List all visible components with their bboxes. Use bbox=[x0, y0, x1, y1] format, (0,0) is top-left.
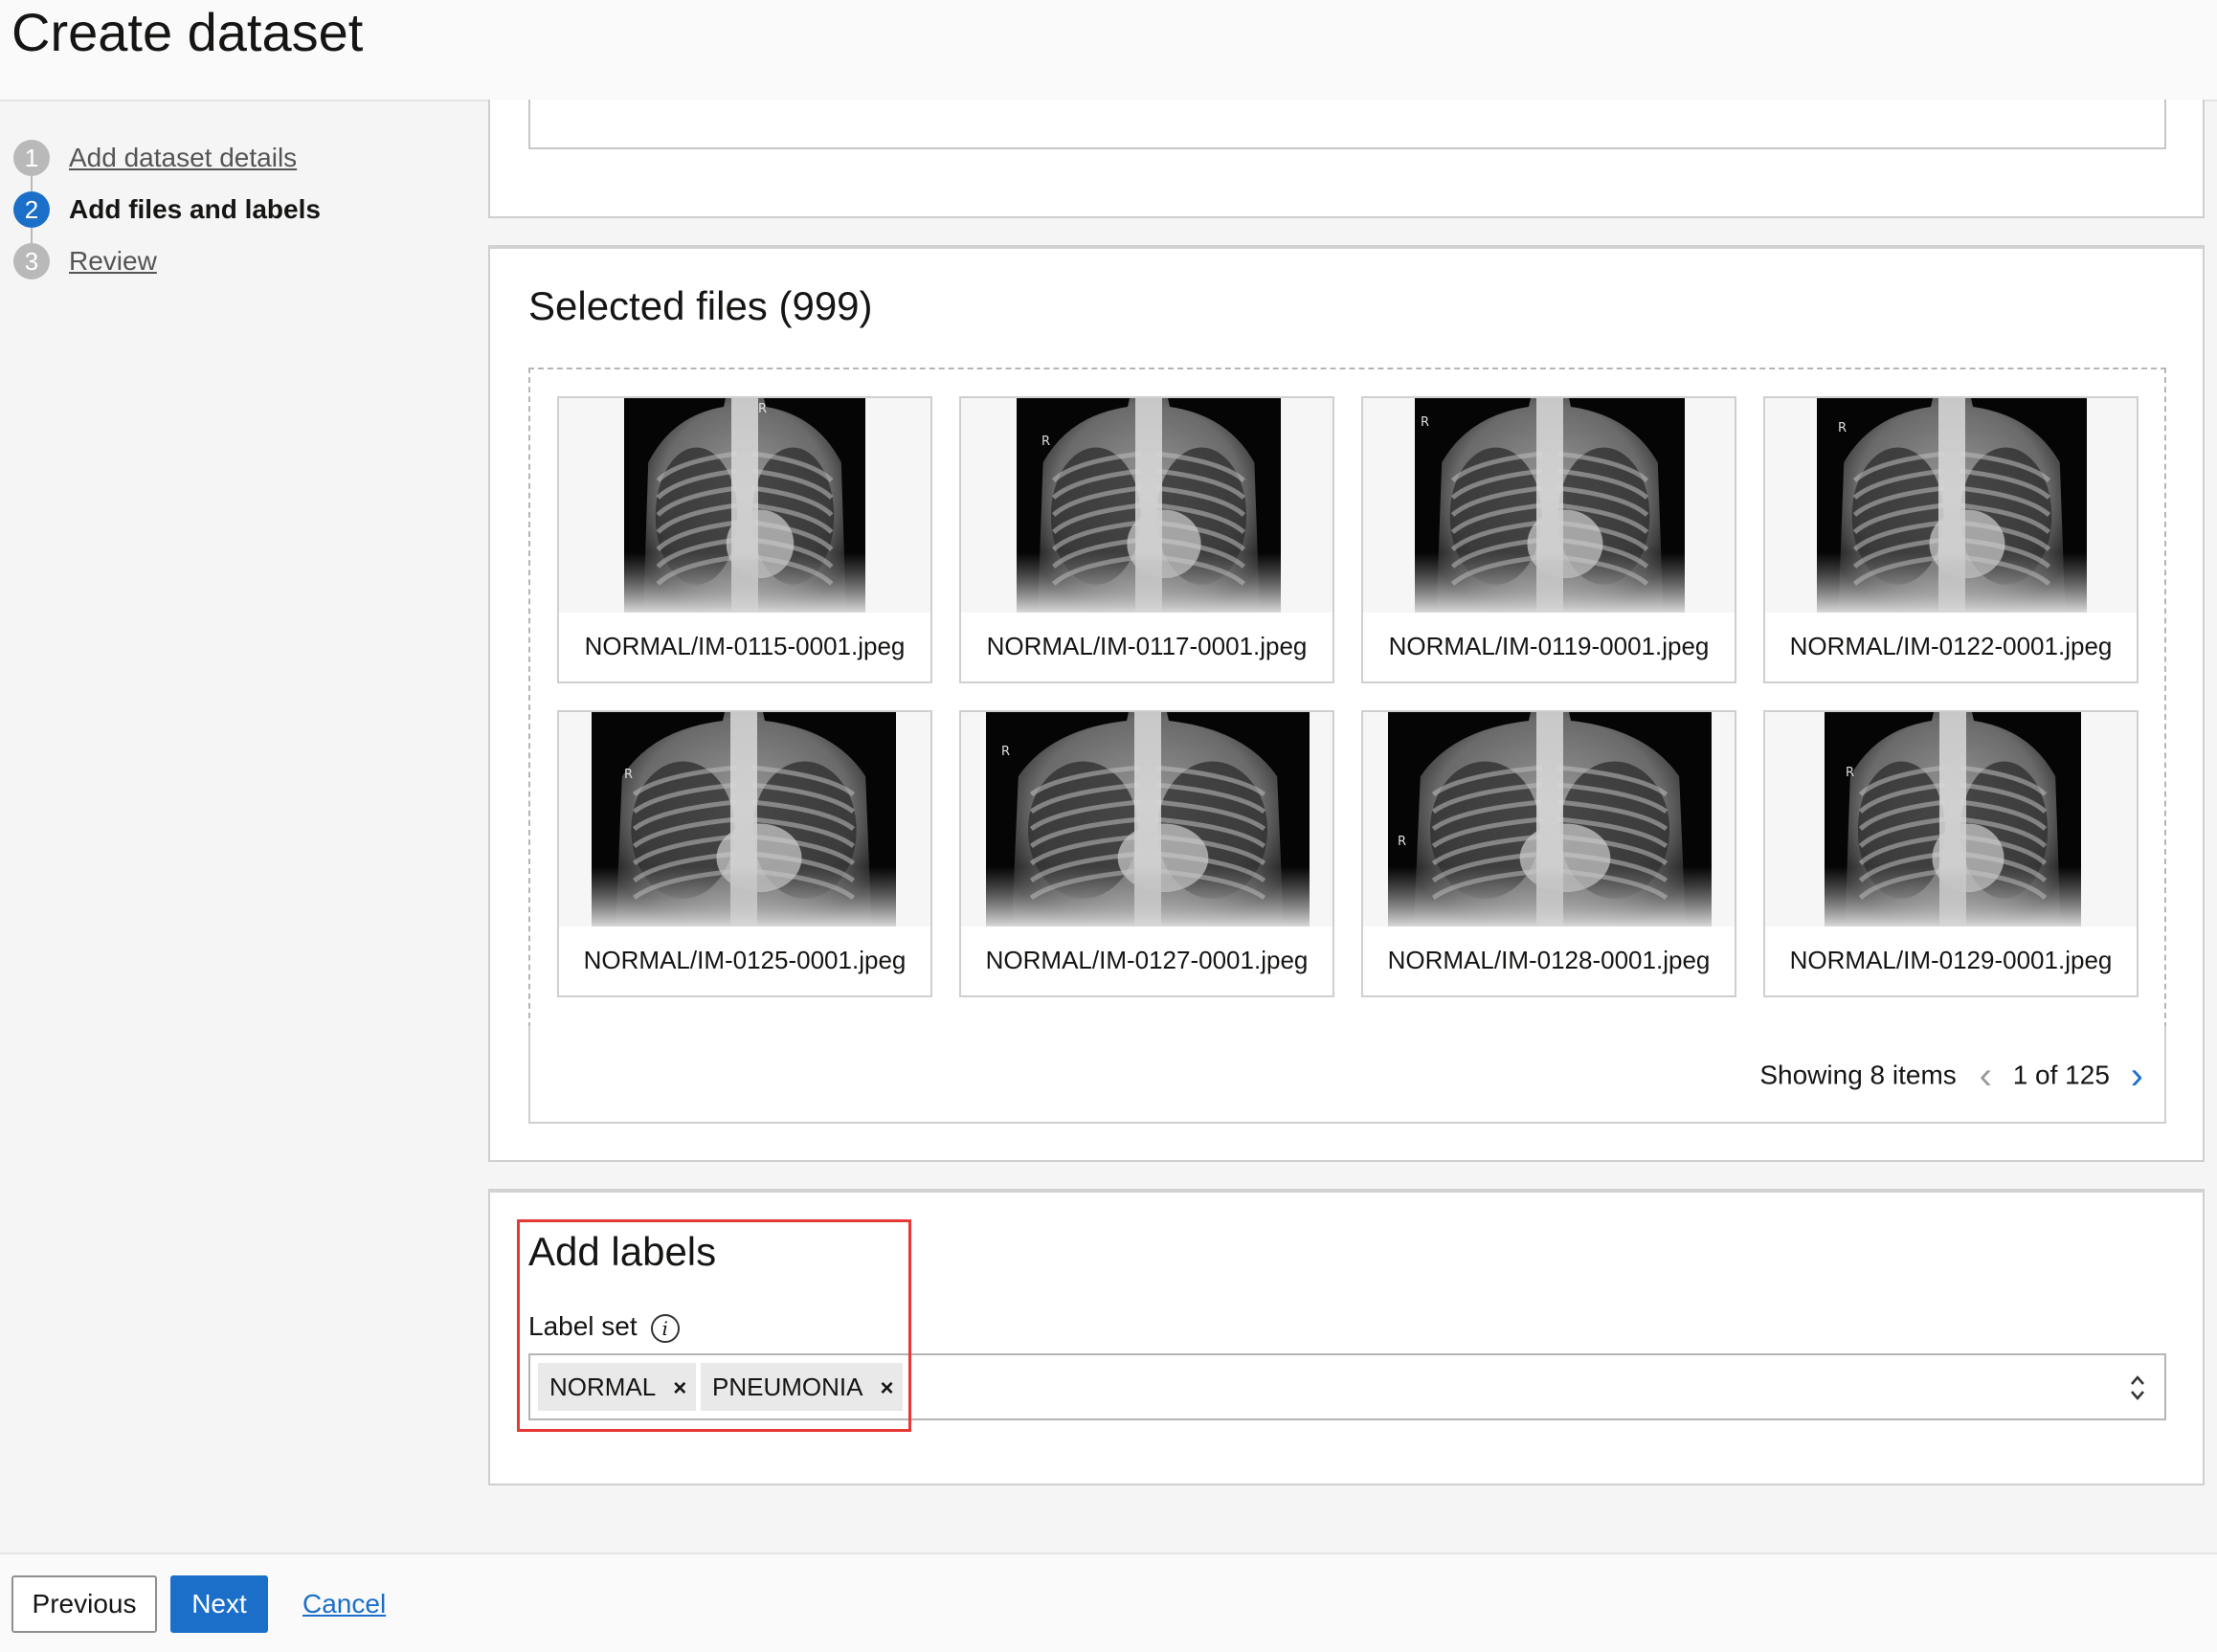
file-tile[interactable]: R NORMAL/IM-0117-0001.jpeg bbox=[959, 396, 1334, 683]
file-name: NORMAL/IM-0127-0001.jpeg bbox=[961, 926, 1332, 995]
close-icon[interactable]: × bbox=[880, 1365, 893, 1413]
file-tile[interactable]: R NORMAL/IM-0129-0001.jpeg bbox=[1763, 710, 2139, 997]
file-tile[interactable]: R NORMAL/IM-0125-0001.jpeg bbox=[557, 710, 932, 997]
step-number: 1 bbox=[13, 140, 50, 176]
pager: Showing 8 items ‹ 1 of 125 › bbox=[1759, 1057, 2143, 1095]
step-connector bbox=[31, 228, 33, 243]
step-label[interactable]: Review bbox=[69, 246, 157, 277]
step-label: Add files and labels bbox=[69, 194, 321, 224]
xray-thumbnail: R bbox=[1817, 398, 2087, 613]
file-grid: R NORMAL/IM-0115-0001.jpeg R NORMAL/IM-0… bbox=[528, 368, 2166, 1028]
xray-marker: R bbox=[624, 768, 634, 782]
add-labels-card: Add labels Label set i NORMAL × PNEUMONIA × bbox=[488, 1189, 2205, 1485]
xray-thumbnail: R bbox=[986, 712, 1310, 926]
page-title: Create dataset bbox=[11, 2, 364, 62]
chevron-right-icon[interactable]: › bbox=[2131, 1057, 2143, 1095]
pager-page: 1 of 125 bbox=[2012, 1060, 2110, 1090]
xray-marker: R bbox=[1001, 745, 1011, 759]
label-set-text: Label set bbox=[528, 1311, 638, 1341]
page-header: Create dataset bbox=[0, 0, 2217, 101]
footer-bar: Previous Next Cancel bbox=[0, 1552, 2217, 1652]
file-name: NORMAL/IM-0122-0001.jpeg bbox=[1765, 613, 2137, 681]
label-set-label: Label set i bbox=[528, 1311, 680, 1343]
previous-button[interactable]: Previous bbox=[11, 1575, 157, 1633]
file-name: NORMAL/IM-0125-0001.jpeg bbox=[559, 926, 930, 995]
add-labels-title: Add labels bbox=[528, 1229, 717, 1274]
xray-marker: R bbox=[1398, 835, 1407, 849]
previous-section-card bbox=[488, 100, 2205, 218]
file-tile[interactable]: R NORMAL/IM-0128-0001.jpeg bbox=[1361, 710, 1736, 997]
label-chip-pneumonia: PNEUMONIA × bbox=[701, 1363, 904, 1413]
step-label[interactable]: Add dataset details bbox=[69, 143, 297, 173]
cancel-link[interactable]: Cancel bbox=[302, 1589, 386, 1619]
file-name: NORMAL/IM-0119-0001.jpeg bbox=[1363, 613, 1735, 681]
previous-section-field[interactable] bbox=[528, 100, 2166, 149]
label-chip-normal: NORMAL × bbox=[538, 1363, 697, 1413]
step-number: 2 bbox=[13, 191, 50, 228]
pager-bar: Showing 8 items ‹ 1 of 125 › bbox=[528, 1026, 2166, 1124]
chevron-left-icon[interactable]: ‹ bbox=[1980, 1057, 1992, 1095]
next-button[interactable]: Next bbox=[170, 1575, 268, 1633]
file-tile[interactable]: R NORMAL/IM-0115-0001.jpeg bbox=[557, 396, 932, 683]
xray-marker: R bbox=[1838, 421, 1848, 435]
xray-marker: R bbox=[1041, 435, 1051, 449]
pager-showing: Showing 8 items bbox=[1759, 1060, 1957, 1090]
step-number: 3 bbox=[13, 243, 50, 279]
chip-label: NORMAL bbox=[549, 1373, 657, 1401]
chevron-up-down-icon[interactable] bbox=[2128, 1369, 2147, 1407]
info-icon[interactable]: i bbox=[650, 1313, 680, 1343]
xray-marker: R bbox=[1846, 766, 1855, 780]
xray-thumbnail: R bbox=[1825, 712, 2081, 926]
xray-thumbnail: R bbox=[592, 712, 896, 926]
step-connector bbox=[31, 176, 33, 191]
file-name: NORMAL/IM-0115-0001.jpeg bbox=[559, 613, 930, 681]
xray-thumbnail: R bbox=[624, 398, 865, 613]
xray-marker: R bbox=[1421, 415, 1430, 430]
file-tile[interactable]: R NORMAL/IM-0122-0001.jpeg bbox=[1763, 396, 2139, 683]
file-name: NORMAL/IM-0129-0001.jpeg bbox=[1765, 926, 2137, 995]
xray-thumbnail: R bbox=[1017, 398, 1281, 613]
file-tile[interactable]: R NORMAL/IM-0127-0001.jpeg bbox=[959, 710, 1334, 997]
selected-files-card: Selected files (999) R NORMAL/IM-0115-00… bbox=[488, 245, 2205, 1162]
xray-marker: R bbox=[758, 402, 768, 416]
xray-thumbnail: R bbox=[1415, 398, 1685, 613]
chip-label: PNEUMONIA bbox=[712, 1373, 863, 1401]
close-icon[interactable]: × bbox=[673, 1365, 686, 1413]
file-tile[interactable]: R NORMAL/IM-0119-0001.jpeg bbox=[1361, 396, 1736, 683]
selected-files-title: Selected files (999) bbox=[528, 283, 873, 328]
label-set-select[interactable]: NORMAL × PNEUMONIA × bbox=[528, 1353, 2166, 1420]
xray-thumbnail: R bbox=[1388, 712, 1712, 926]
file-name: NORMAL/IM-0128-0001.jpeg bbox=[1363, 926, 1735, 995]
file-name: NORMAL/IM-0117-0001.jpeg bbox=[961, 613, 1332, 681]
